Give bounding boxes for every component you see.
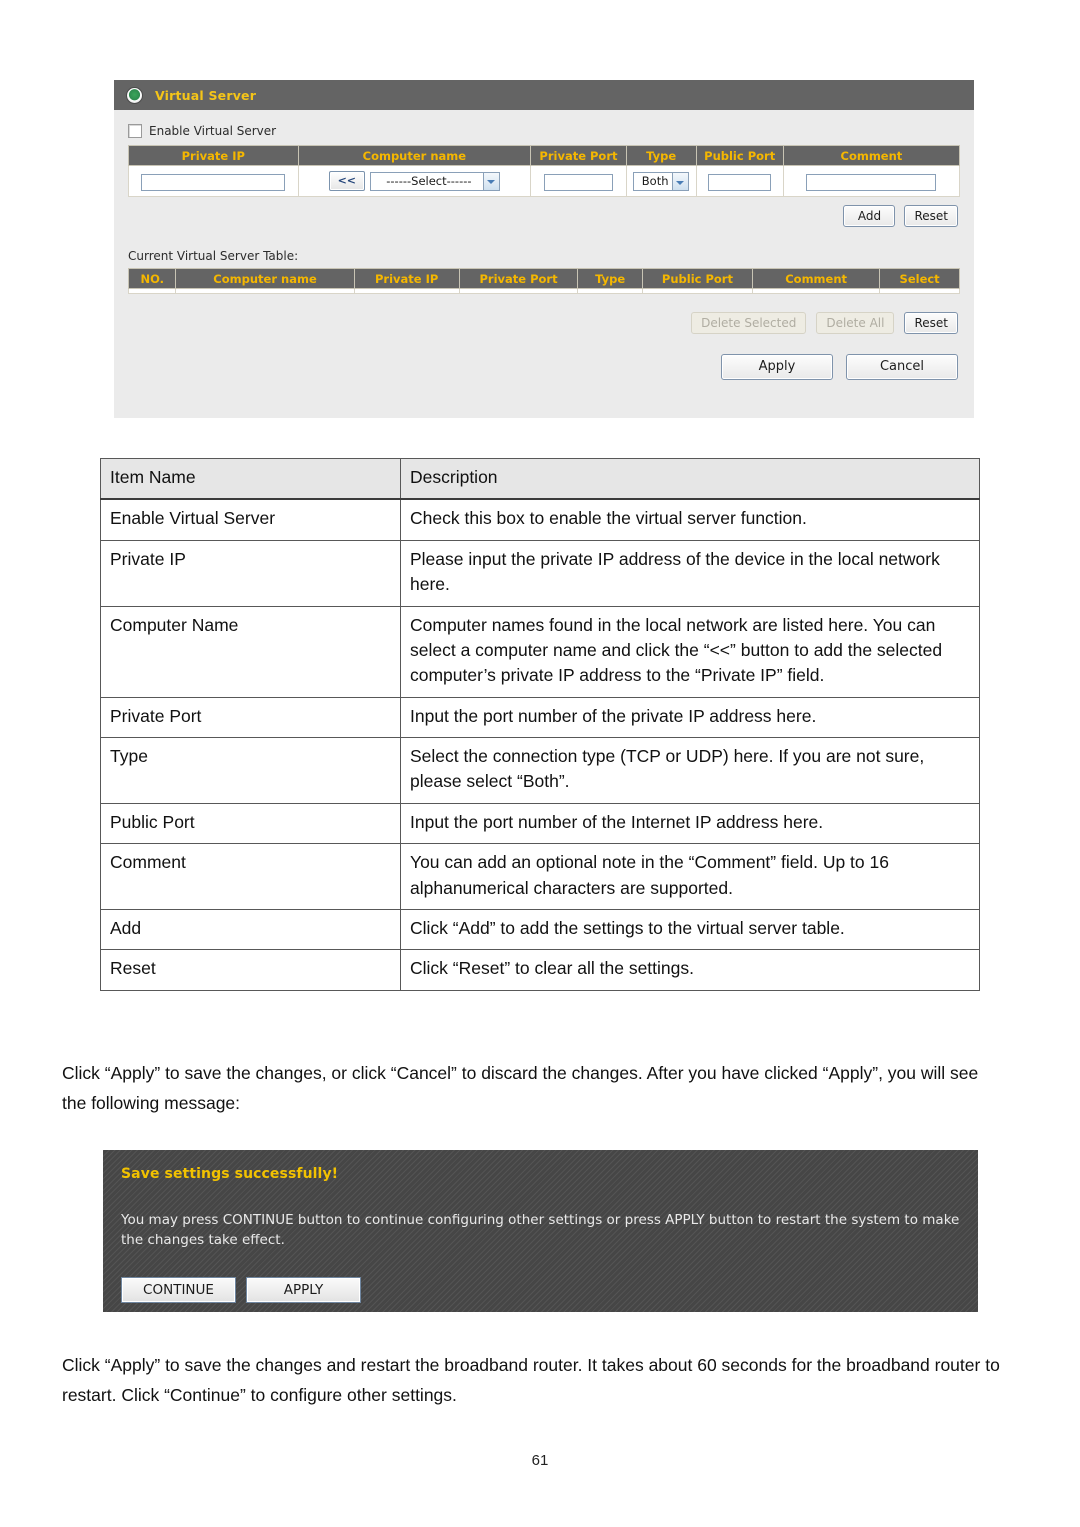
form-action-row: Add Reset: [128, 197, 960, 227]
form-header-private-port: Private Port: [530, 145, 627, 166]
copy-private-ip-button[interactable]: <<: [328, 171, 365, 192]
chevron-down-icon: [676, 180, 685, 185]
cell-type: Both: [625, 165, 697, 197]
current-table-header-row: NO. Computer name Private IP Private Por…: [127, 268, 960, 289]
apply-restart-button[interactable]: APPLY: [246, 1276, 361, 1303]
table-row: Computer Name Computer names found in th…: [100, 605, 980, 698]
item-name-cell: Reset: [100, 949, 401, 991]
cell-private-ip: [128, 165, 299, 197]
description-header-description: Description: [400, 458, 980, 501]
cell-comment: [782, 165, 961, 197]
apply-cancel-row: Apply Cancel: [128, 334, 960, 380]
form-header-computer-name: Computer name: [297, 145, 532, 166]
enable-virtual-server-label: Enable Virtual Server: [149, 124, 277, 138]
panel-title: Virtual Server: [155, 87, 257, 103]
comment-input[interactable]: [806, 173, 937, 191]
description-cell: Computer names found in the local networ…: [400, 605, 980, 698]
save-panel-title: Save settings successfully!: [121, 1166, 339, 1182]
chevron-down-icon: [486, 180, 495, 185]
virtual-server-screenshot: Virtual Server Enable Virtual Server Pri…: [114, 80, 974, 418]
table-row: Type Select the connection type (TCP or …: [100, 737, 980, 804]
table-row: Private IP Please input the private IP a…: [100, 539, 980, 607]
page-number: 61: [531, 1452, 549, 1469]
description-cell: Please input the private IP address of t…: [400, 539, 980, 607]
delete-selected-button[interactable]: Delete Selected: [691, 312, 807, 334]
current-header-computer-name: Computer name: [175, 268, 355, 289]
description-header-item-name: Item Name: [100, 458, 401, 501]
virtual-server-form-table: Private IP Computer name Private Port Ty…: [128, 145, 961, 197]
type-select-value: Both: [641, 174, 669, 188]
form-header-row: Private IP Computer name Private Port Ty…: [128, 145, 961, 166]
cell-public-port: [695, 165, 784, 197]
item-name-cell: Private Port: [100, 696, 401, 739]
save-panel-message: You may press CONTINUE button to continu…: [121, 1212, 960, 1249]
form-header-private-ip: Private IP: [128, 145, 299, 166]
restart-note-paragraph: Click “Apply” to save the changes and re…: [62, 1355, 1000, 1406]
current-header-type: Type: [577, 268, 643, 289]
item-name-cell: Enable Virtual Server: [100, 498, 401, 541]
current-header-comment: Comment: [752, 268, 881, 289]
current-header-private-port: Private Port: [458, 268, 579, 289]
current-header-private-ip: Private IP: [353, 268, 460, 289]
table-row: Enable Virtual Server Check this box to …: [100, 498, 980, 541]
item-name-cell: Computer Name: [100, 605, 401, 698]
table-row: Comment You can add an optional note in …: [100, 843, 980, 910]
form-header-type: Type: [625, 145, 697, 166]
private-port-input[interactable]: [543, 173, 614, 191]
current-header-public-port: Public Port: [641, 268, 754, 289]
panel-titlebar: Virtual Server: [114, 80, 974, 110]
cancel-button[interactable]: Cancel: [846, 354, 958, 380]
computer-name-select[interactable]: ------Select------: [369, 171, 500, 191]
table-row: Private Port Input the port number of th…: [100, 696, 980, 739]
item-name-cell: Add: [100, 908, 401, 951]
item-name-cell: Comment: [100, 843, 401, 910]
save-panel-buttons: CONTINUE APPLY: [121, 1276, 960, 1303]
delete-all-button[interactable]: Delete All: [816, 312, 895, 334]
reset-button[interactable]: Reset: [904, 205, 958, 227]
panel-body: Enable Virtual Server Private IP Compute…: [114, 110, 974, 380]
reset-table-button[interactable]: Reset: [904, 312, 958, 334]
current-virtual-server-table: NO. Computer name Private IP Private Por…: [127, 268, 960, 294]
description-cell: You can add an optional note in the “Com…: [400, 843, 980, 910]
table-row: Add Click “Add” to add the settings to t…: [100, 908, 980, 951]
enable-virtual-server-checkbox[interactable]: [128, 124, 142, 138]
current-header-select: Select: [879, 268, 960, 289]
delete-action-row: Delete Selected Delete All Reset: [128, 294, 960, 334]
description-cell: Input the port number of the Internet IP…: [400, 802, 980, 845]
continue-button[interactable]: CONTINUE: [121, 1276, 236, 1303]
form-header-comment: Comment: [782, 145, 961, 166]
apply-intro-paragraph: Click “Apply” to save the changes, or cl…: [62, 1063, 979, 1114]
description-cell: Check this box to enable the virtual ser…: [400, 498, 980, 541]
item-description-table: Item Name Description Enable Virtual Ser…: [100, 458, 980, 991]
table-row: Reset Click “Reset” to clear all the set…: [100, 949, 980, 991]
item-name-cell: Type: [100, 737, 401, 804]
description-cell: Input the port number of the private IP …: [400, 696, 980, 739]
public-port-input[interactable]: [708, 173, 771, 191]
current-table-empty-row: [127, 288, 960, 294]
cell-private-port: [530, 165, 627, 197]
computer-name-select-value: ------Select------: [386, 173, 472, 188]
enable-virtual-server-row[interactable]: Enable Virtual Server: [128, 124, 960, 138]
current-header-no: NO.: [127, 268, 177, 289]
current-table-caption: Current Virtual Server Table:: [128, 249, 299, 263]
description-cell: Click “Add” to add the settings to the v…: [400, 908, 980, 951]
form-input-row: << ------Select------ Both: [128, 165, 961, 197]
form-header-public-port: Public Port: [695, 145, 784, 166]
description-cell: Select the connection type (TCP or UDP) …: [400, 737, 980, 804]
green-radio-icon: [127, 87, 142, 103]
save-settings-panel: Save settings successfully! You may pres…: [103, 1150, 978, 1312]
apply-button[interactable]: Apply: [721, 354, 833, 380]
type-select[interactable]: Both: [633, 172, 690, 191]
item-name-cell: Private IP: [100, 539, 401, 607]
description-header-row: Item Name Description: [100, 458, 980, 501]
description-cell: Click “Reset” to clear all the settings.: [400, 949, 980, 991]
cell-computer-name: << ------Select------: [297, 165, 532, 197]
table-row: Public Port Input the port number of the…: [100, 802, 980, 845]
item-name-cell: Public Port: [100, 802, 401, 845]
add-button[interactable]: Add: [843, 205, 896, 227]
private-ip-input[interactable]: [141, 173, 286, 191]
